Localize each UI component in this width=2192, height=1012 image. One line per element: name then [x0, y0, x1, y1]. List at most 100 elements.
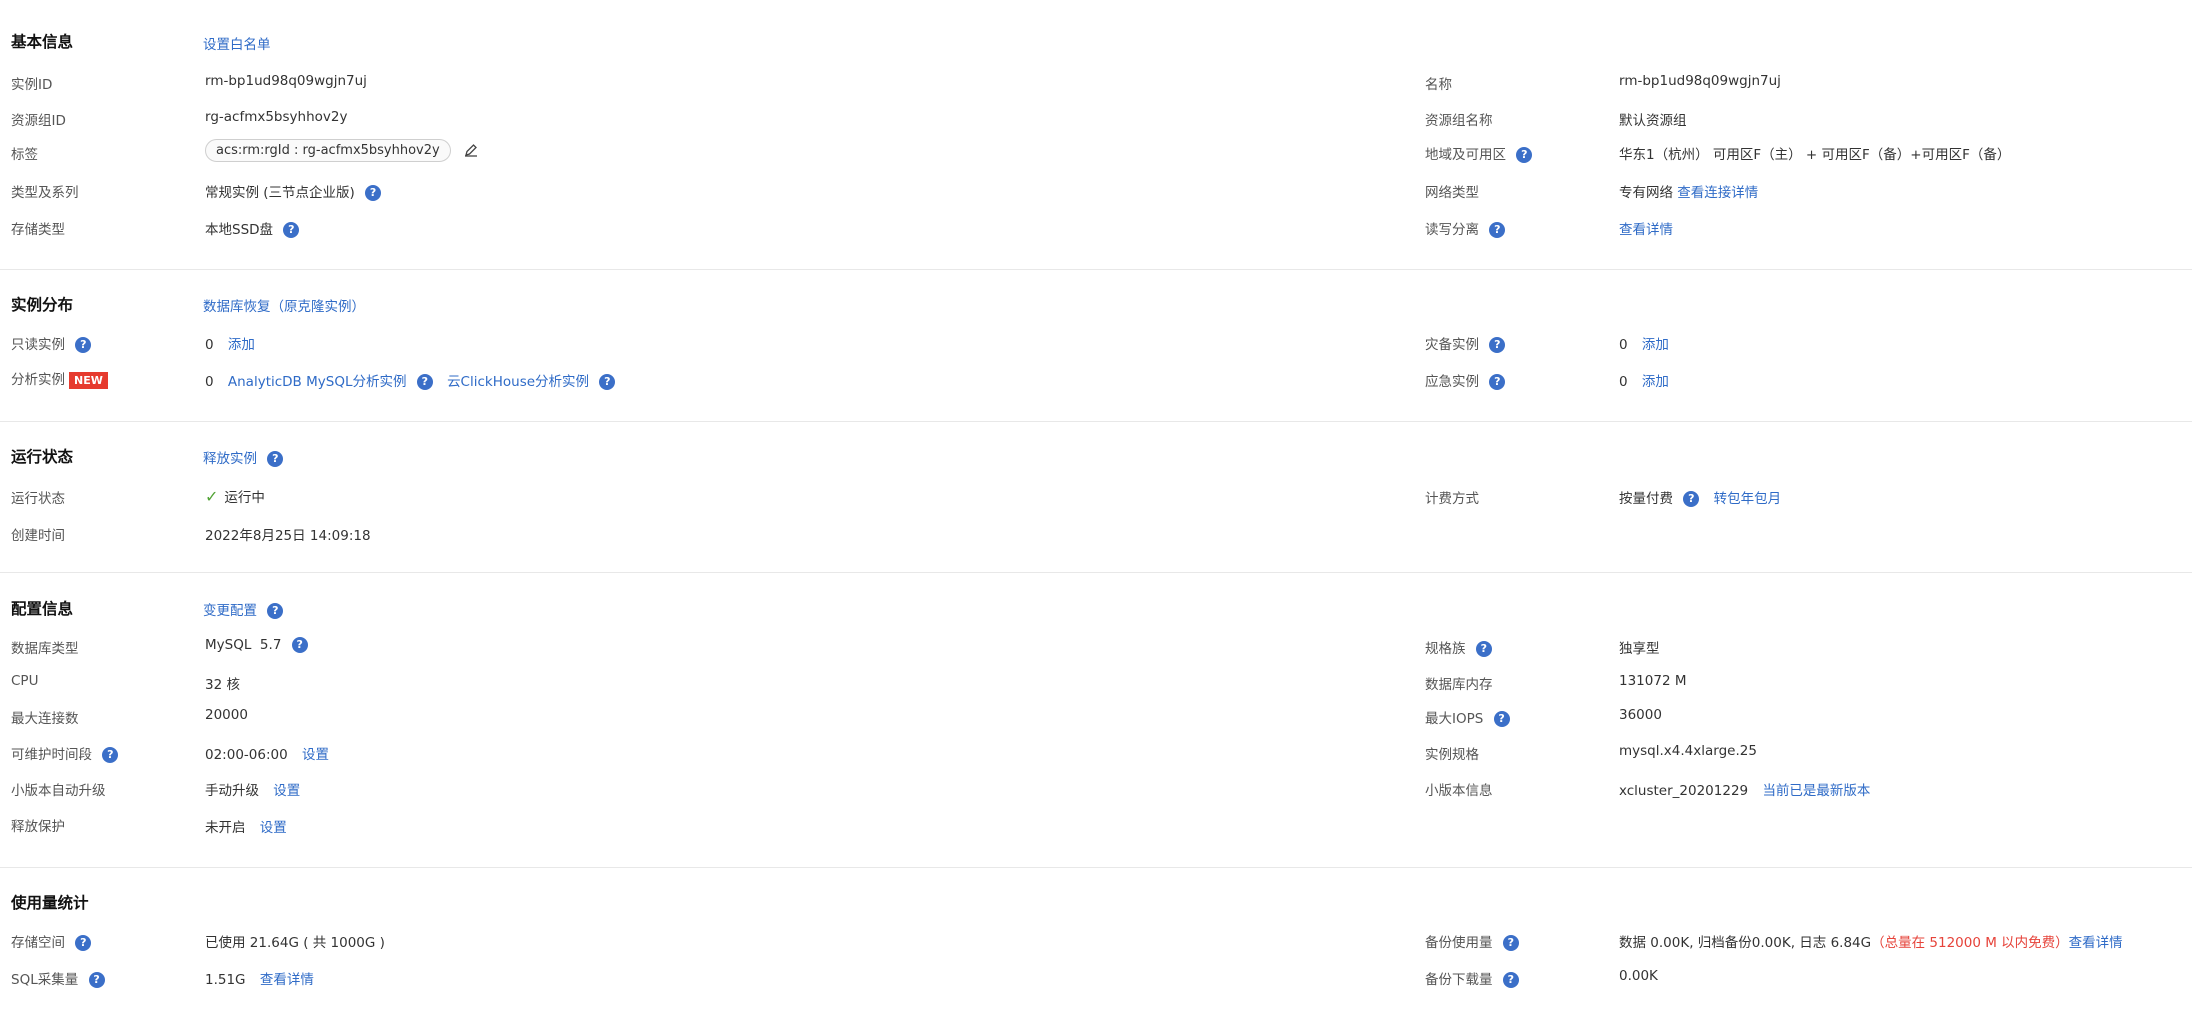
release-instance-link[interactable]: 释放实例: [203, 451, 257, 467]
state-value: 运行中: [224, 490, 265, 506]
question-circle-icon[interactable]: ?: [1516, 147, 1533, 163]
section-title-config: 配置信息: [11, 600, 74, 618]
question-circle-icon[interactable]: ?: [1489, 337, 1506, 353]
type-label: 类型及系列: [11, 185, 79, 201]
backup-usage-label-wrap: 备份使用量 ?: [1425, 931, 1519, 951]
cpu-label: CPU: [11, 673, 39, 689]
question-circle-icon[interactable]: ?: [102, 747, 119, 763]
sql-collect-label: SQL采集量: [11, 972, 79, 988]
latest-version-link[interactable]: 当前已是最新版本: [1762, 783, 1870, 799]
dr-label: 灾备实例: [1425, 337, 1479, 353]
created-value: 2022年8月25日 14:09:18: [205, 528, 371, 544]
question-circle-icon[interactable]: ?: [267, 451, 284, 467]
dr-add-link[interactable]: 添加: [1642, 337, 1669, 353]
check-icon: ✓: [205, 487, 219, 506]
billing-label: 计费方式: [1425, 491, 1479, 507]
maint-set-link[interactable]: 设置: [302, 747, 329, 763]
section-title-usage: 使用量统计: [11, 894, 89, 912]
tag-row: acs:rm:rgId : rg-acfmx5bsyhhov2y: [205, 139, 478, 162]
readonly-count: 0: [205, 337, 214, 353]
question-circle-icon[interactable]: ?: [365, 185, 382, 201]
pencil-icon[interactable]: [464, 139, 478, 158]
question-circle-icon[interactable]: ?: [1489, 374, 1506, 390]
tag-label: 标签: [11, 147, 38, 163]
question-circle-icon[interactable]: ?: [88, 972, 105, 988]
sql-detail-link[interactable]: 查看详情: [260, 972, 314, 988]
divider: [0, 421, 2192, 422]
question-circle-icon[interactable]: ?: [416, 374, 433, 390]
name-value: rm-bp1ud98q09wgjn7uj: [1619, 73, 1781, 89]
family-label: 规格族: [1425, 641, 1466, 657]
minor-upgrade-value: 手动升级: [205, 783, 259, 799]
analysis-label-wrap: 分析实例 NEW: [11, 368, 108, 389]
cpu-value: 32 核: [205, 677, 240, 693]
family-label-wrap: 规格族 ?: [1425, 637, 1492, 657]
rw-split-label: 读写分离: [1425, 222, 1479, 238]
backup-download-value: 0.00K: [1619, 968, 1658, 984]
type-value-wrap: 常规实例 (三节点企业版) ?: [205, 181, 382, 201]
storage-space-label-wrap: 存储空间 ?: [11, 931, 92, 951]
question-circle-icon[interactable]: ?: [75, 337, 92, 353]
state-label: 运行状态: [11, 491, 65, 507]
question-circle-icon[interactable]: ?: [1475, 641, 1492, 657]
conn-value: 20000: [205, 707, 248, 723]
tag-chip[interactable]: acs:rm:rgId : rg-acfmx5bsyhhov2y: [205, 139, 451, 162]
analysis-value-wrap: 0 AnalyticDB MySQL分析实例 ? 云ClickHouse分析实例…: [205, 370, 616, 390]
section-title-status: 运行状态: [11, 448, 74, 466]
dbtype-value: MySQL 5.7: [205, 637, 282, 653]
dbtype-label: 数据库类型: [11, 641, 79, 657]
network-value: 专有网络: [1619, 185, 1673, 201]
question-circle-icon[interactable]: ?: [283, 222, 300, 238]
question-circle-icon[interactable]: ?: [291, 637, 308, 653]
state-value-wrap: ✓ 运行中: [205, 486, 265, 506]
analysis-count: 0: [205, 374, 214, 390]
network-detail-link[interactable]: 查看连接详情: [1677, 185, 1758, 201]
backup-download-label: 备份下载量: [1425, 972, 1493, 988]
mem-label: 数据库内存: [1425, 677, 1493, 693]
storage-type-wrap: 本地SSD盘 ?: [205, 218, 300, 238]
sql-collect-value: 1.51G: [205, 972, 246, 988]
new-badge: NEW: [69, 371, 108, 389]
question-circle-icon[interactable]: ?: [1489, 222, 1506, 238]
question-circle-icon[interactable]: ?: [599, 374, 616, 390]
minor-upgrade-set-link[interactable]: 设置: [273, 783, 300, 799]
readonly-add-link[interactable]: 添加: [228, 337, 255, 353]
backup-usage-value: 数据 0.00K, 归档备份0.00K, 日志 6.84G: [1619, 935, 1872, 951]
readonly-label-wrap: 只读实例 ?: [11, 333, 92, 353]
release-instance-link-wrap: 释放实例 ?: [203, 447, 284, 467]
section-title-distribution: 实例分布: [11, 296, 74, 314]
emergency-label-wrap: 应急实例 ?: [1425, 370, 1506, 390]
analyticdb-link[interactable]: AnalyticDB MySQL分析实例: [228, 374, 407, 390]
release-protect-value: 未开启: [205, 820, 246, 836]
iops-value: 36000: [1619, 707, 1662, 723]
question-circle-icon[interactable]: ?: [1683, 491, 1700, 507]
rg-name-label: 资源组名称: [1425, 113, 1493, 129]
sql-collect-label-wrap: SQL采集量 ?: [11, 968, 105, 988]
minor-upgrade-wrap: 手动升级 设置: [205, 779, 300, 799]
question-circle-icon[interactable]: ?: [267, 603, 284, 619]
backup-download-label-wrap: 备份下载量 ?: [1425, 968, 1519, 988]
rw-split-detail-link[interactable]: 查看详情: [1619, 218, 1673, 238]
region-value: 华东1（杭州） 可用区F（主） + 可用区F（备）+可用区F（备）: [1619, 147, 2011, 163]
mem-value: 131072 M: [1619, 673, 1687, 689]
emergency-add-link[interactable]: 添加: [1642, 374, 1669, 390]
dbtype-value-wrap: MySQL 5.7 ?: [205, 637, 308, 653]
rg-id-value: rg-acfmx5bsyhhov2y: [205, 109, 348, 125]
instance-id-label: 实例ID: [11, 77, 53, 93]
divider: [0, 572, 2192, 573]
change-config-link[interactable]: 变更配置: [203, 603, 257, 619]
whitelist-link[interactable]: 设置白名单: [203, 33, 271, 53]
clickhouse-link[interactable]: 云ClickHouse分析实例: [447, 374, 589, 390]
question-circle-icon[interactable]: ?: [1493, 711, 1510, 727]
emergency-value-wrap: 0 添加: [1619, 370, 1669, 390]
readonly-value-wrap: 0 添加: [205, 333, 255, 353]
storage-space-value: 已使用 21.64G ( 共 1000G ): [205, 935, 385, 951]
backup-detail-link[interactable]: 查看详情: [2069, 935, 2123, 951]
question-circle-icon[interactable]: ?: [1502, 972, 1519, 988]
question-circle-icon[interactable]: ?: [75, 935, 92, 951]
release-protect-set-link[interactable]: 设置: [260, 820, 287, 836]
question-circle-icon[interactable]: ?: [1502, 935, 1519, 951]
db-restore-link[interactable]: 数据库恢复（原克隆实例）: [203, 295, 365, 315]
storage-type-label: 存储类型: [11, 222, 65, 238]
convert-subscription-link[interactable]: 转包年包月: [1714, 491, 1782, 507]
